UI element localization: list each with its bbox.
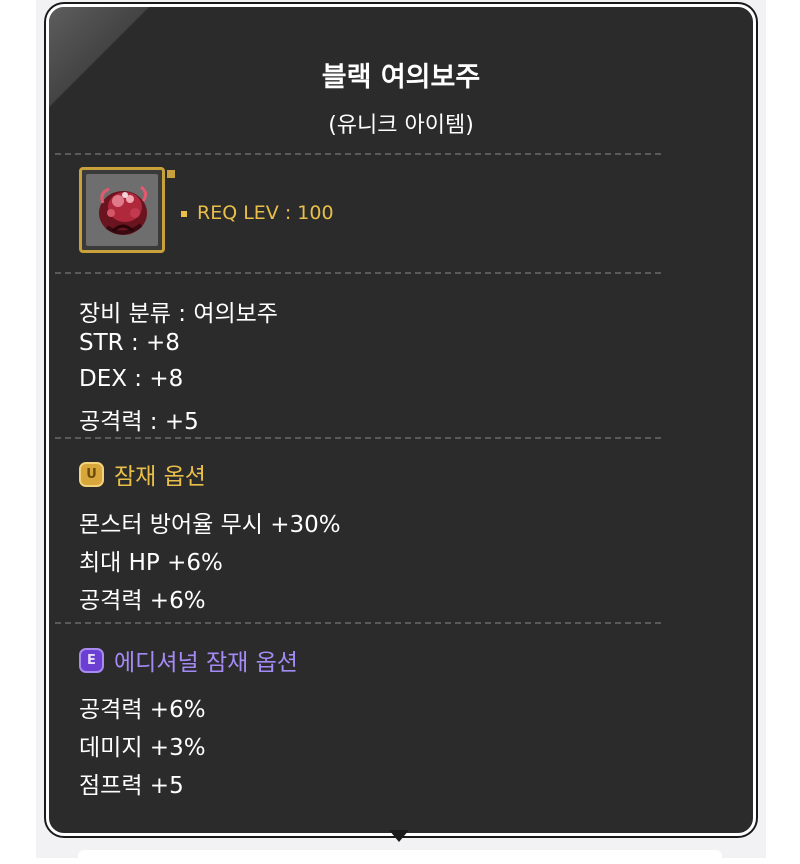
item-rarity: (유니크 아이템) (328, 113, 474, 138)
frame-corner-marker (167, 170, 175, 178)
additional-potential-line: 점프력 +5 (79, 773, 184, 799)
stat-line: DEX : +8 (79, 366, 184, 392)
background-bottom-bar (78, 850, 722, 864)
divider (55, 622, 661, 624)
stat-line: STR : +8 (79, 330, 180, 356)
black-orb-icon (99, 185, 148, 235)
potential-line: 공격력 +6% (79, 588, 206, 614)
potential-line: 몬스터 방어율 무시 +30% (79, 512, 341, 538)
potential-line: 최대 HP +6% (79, 550, 223, 576)
potential-header: U 잠재 옵션 (79, 457, 206, 491)
potential-header-label: 잠재 옵션 (114, 464, 206, 490)
divider (55, 272, 661, 274)
divider (55, 437, 661, 439)
item-tooltip: 블랙 여의보주 (유니크 아이템) REQ LEV : 100 장비 분류 : … (46, 4, 756, 836)
item-name: 블랙 여의보주 (321, 62, 481, 93)
item-icon-frame (79, 167, 165, 253)
stat-line: 장비 분류 : 여의보주 (79, 301, 278, 327)
tooltip-pointer (389, 830, 409, 842)
additional-potential-header-label: 에디셔널 잠재 옵션 (114, 650, 298, 676)
epic-additional-potential-icon: E (79, 647, 104, 673)
stat-line: 공격력 : +5 (79, 409, 199, 435)
divider (55, 153, 661, 155)
additional-potential-line: 공격력 +6% (79, 697, 206, 723)
unique-potential-icon: U (79, 461, 104, 487)
required-level-text: REQ LEV : 100 (197, 202, 334, 224)
bullet-icon (181, 210, 187, 217)
required-level: REQ LEV : 100 (181, 202, 334, 224)
additional-potential-header: E 에디셔널 잠재 옵션 (79, 643, 298, 677)
additional-potential-line: 데미지 +3% (79, 735, 206, 761)
